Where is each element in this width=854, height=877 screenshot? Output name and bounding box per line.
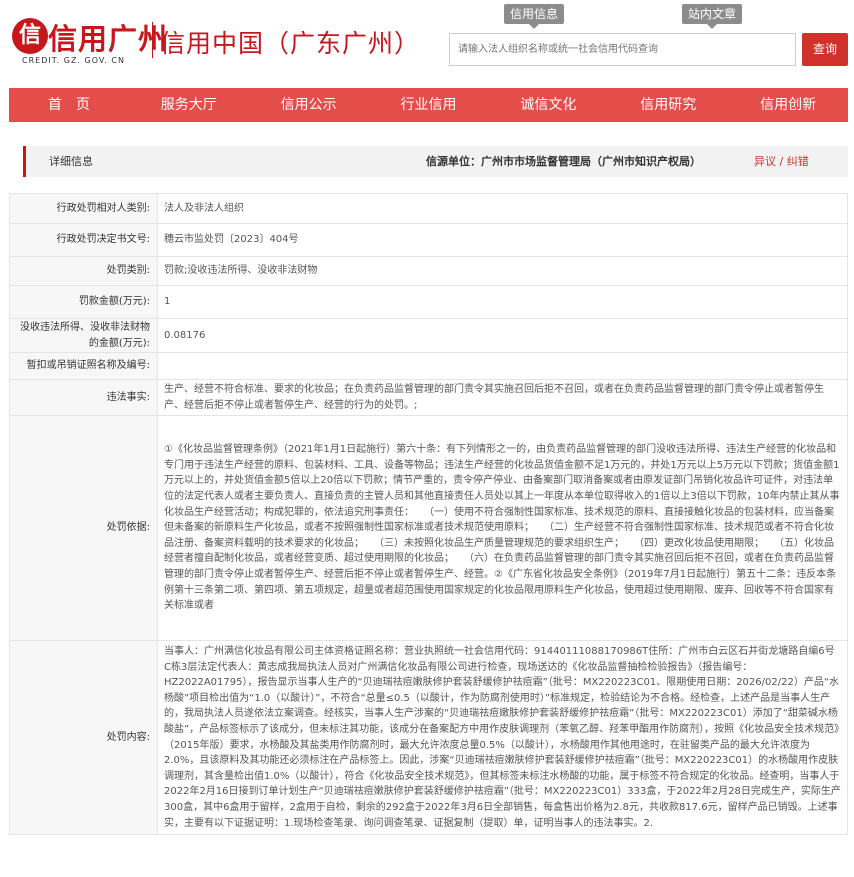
row-label-decision-number: 行政处罚决定书文号:	[9, 223, 158, 257]
row-value-violation-facts: 生产、经营不符合标准、要求的化妆品；在负责药品监督管理的部门责令其实施召回后拒不…	[157, 379, 848, 416]
table-row: 处罚内容: 当事人：广州满信化妆品有限公司主体资格证照名称：营业执照统一社会信用…	[9, 639, 848, 836]
nav-item-integrity-culture[interactable]: 诚信文化	[488, 88, 608, 122]
nav-item-credit-innovation[interactable]: 信用创新	[728, 88, 848, 122]
table-row: 行政处罚决定书文号: 穗云市监处罚〔2023〕404号	[9, 223, 848, 257]
logo-url: CREDIT. GZ. GOV. CN	[22, 56, 125, 65]
row-label-fine-amount: 罚款金额(万元):	[9, 285, 158, 319]
objection-correction-link[interactable]: 异议 / 纠错	[754, 146, 809, 177]
table-row: 暂扣或吊销证照名称及编号:	[9, 352, 848, 380]
logo-mark-icon: 信	[12, 18, 48, 54]
search-input[interactable]	[450, 34, 795, 65]
row-label-violation-facts: 违法事实:	[9, 379, 158, 416]
row-value-license-revocation	[157, 352, 848, 380]
logo-divider	[152, 22, 153, 58]
row-value-party-category: 法人及非法人组织	[157, 193, 848, 224]
detail-title: 详细信息	[49, 155, 93, 168]
nav-item-service-hall[interactable]: 服务大厅	[129, 88, 249, 122]
table-row: 罚款金额(万元): 1	[9, 285, 848, 319]
table-row: 违法事实: 生产、经营不符合标准、要求的化妆品；在负责药品监督管理的部门责令其实…	[9, 379, 848, 416]
nav-item-home[interactable]: 首 页	[9, 88, 129, 122]
site-header: 信 信用广州 CREDIT. GZ. GOV. CN 信用中国（广东广州） 信用…	[0, 0, 854, 85]
nav-item-credit-research[interactable]: 信用研究	[608, 88, 728, 122]
row-label-penalty-type: 处罚类别:	[9, 256, 158, 286]
row-value-penalty-basis: ①《化妆品监督管理条例》（2021年1月1日起施行）第六十条：有下列情形之一的，…	[157, 415, 848, 641]
nav-item-credit-publicity[interactable]: 信用公示	[249, 88, 369, 122]
site-logo[interactable]: 信 信用广州 CREDIT. GZ. GOV. CN	[12, 14, 167, 68]
logo-text: 信用广州	[48, 22, 169, 56]
row-value-penalty-content: 当事人：广州满信化妆品有限公司主体资格证照名称：营业执照统一社会信用代码：914…	[157, 639, 848, 836]
search-button[interactable]: 查询	[802, 33, 848, 66]
row-label-penalty-content: 处罚内容:	[9, 639, 158, 836]
main-nav: 首 页 服务大厅 信用公示 行业信用 诚信文化 信用研究 信用创新	[9, 88, 848, 122]
detail-header-bar: 详细信息 信源单位：广州市市场监督管理局（广州市知识产权局） 异议 / 纠错	[23, 146, 848, 177]
nav-item-industry-credit[interactable]: 行业信用	[369, 88, 489, 122]
penalty-detail-table: 行政处罚相对人类别: 法人及非法人组织 行政处罚决定书文号: 穗云市监处罚〔20…	[9, 193, 848, 836]
site-name: 信用中国（广东广州）	[160, 29, 421, 58]
row-value-fine-amount: 1	[157, 285, 848, 319]
row-label-penalty-basis: 处罚依据:	[9, 415, 158, 641]
source-unit: 信源单位：广州市市场监督管理局（广州市知识产权局）	[426, 155, 701, 168]
row-value-decision-number: 穗云市监处罚〔2023〕404号	[157, 223, 848, 257]
tab-credit-info[interactable]: 信用信息	[504, 4, 565, 29]
row-label-party-category: 行政处罚相对人类别:	[9, 193, 158, 224]
row-value-penalty-type: 罚款;没收违法所得、没收非法财物	[157, 256, 848, 286]
table-row: 处罚类别: 罚款;没收违法所得、没收非法财物	[9, 256, 848, 286]
search-box	[449, 33, 796, 66]
table-row: 没收违法所得、没收非法财物的金额(万元): 0.08176	[9, 318, 848, 353]
tab-site-articles[interactable]: 站内文章	[682, 4, 743, 29]
row-label-license-revocation: 暂扣或吊销证照名称及编号:	[9, 352, 158, 380]
row-label-confiscation-amount: 没收违法所得、没收非法财物的金额(万元):	[9, 318, 158, 353]
table-row: 行政处罚相对人类别: 法人及非法人组织	[9, 193, 848, 224]
row-value-confiscation-amount: 0.08176	[157, 318, 848, 353]
table-row: 处罚依据: ①《化妆品监督管理条例》（2021年1月1日起施行）第六十条：有下列…	[9, 415, 848, 641]
